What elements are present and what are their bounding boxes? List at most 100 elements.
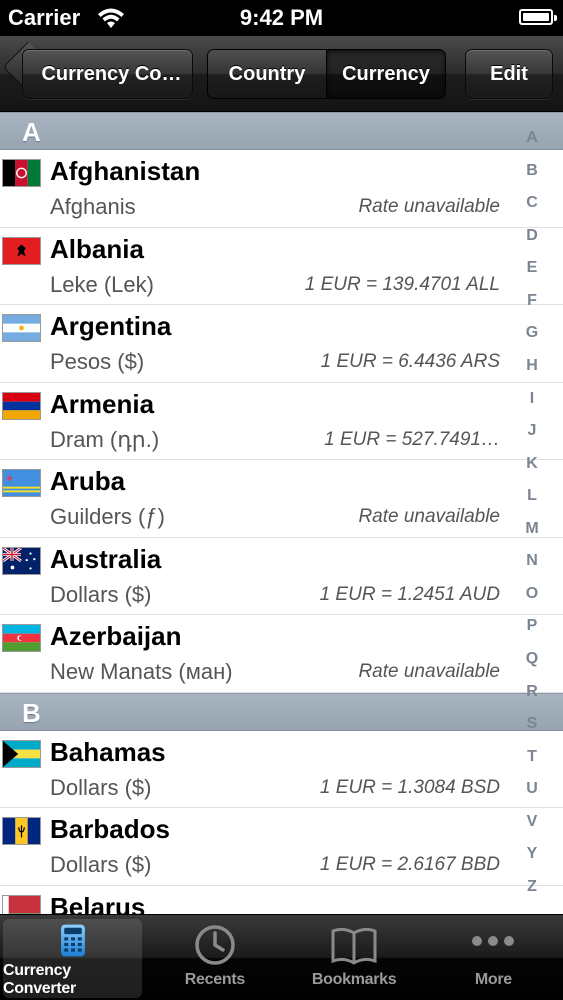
navigation-bar: Currency Co… Country Currency Edit — [0, 36, 563, 112]
country-name: Bahamas — [50, 736, 166, 767]
back-button-label: Currency Co… — [22, 49, 193, 99]
country-name: Argentina — [50, 311, 172, 341]
country-name: Barbados — [50, 814, 170, 844]
list-item[interactable]: Armenia Dram (դր.) 1 EUR = 527.7491… — [0, 383, 563, 460]
tab-currency-converter[interactable]: Currency Converter — [3, 919, 143, 998]
currency-name: Dollars ($) — [50, 852, 152, 877]
section-header-b: B — [0, 692, 563, 731]
section-header-a: A — [0, 112, 563, 150]
exchange-rate: 1 EUR = 2.6167 BBD — [319, 854, 500, 875]
index-letter[interactable]: E — [527, 260, 538, 276]
bahamas-flag-icon — [2, 739, 41, 768]
argentina-flag-icon — [2, 314, 41, 342]
exchange-rate: 1 EUR = 1.2451 AUD — [319, 583, 500, 605]
list-item[interactable]: Azerbaijan New Manats (ман) Rate unavail… — [0, 615, 563, 693]
exchange-rate: Rate unavailable — [358, 506, 500, 527]
tab-bookmarks[interactable]: Bookmarks — [285, 915, 424, 1000]
index-letter[interactable]: H — [526, 357, 538, 374]
segment-currency[interactable]: Currency — [327, 50, 445, 98]
index-letter[interactable]: J — [528, 423, 537, 439]
index-letter[interactable]: K — [526, 455, 538, 472]
country-name: Aruba — [50, 466, 126, 496]
index-letter[interactable]: B — [526, 162, 538, 179]
back-button[interactable]: Currency Co… — [0, 36, 200, 112]
index-letter[interactable]: P — [527, 618, 538, 634]
index-letter[interactable]: V — [527, 813, 538, 830]
sort-segmented-control[interactable]: Country Currency — [207, 49, 446, 99]
country-name: Azerbaijan — [50, 621, 182, 651]
tab-bar: Currency Converter Recents Bookmarks Mor… — [0, 914, 563, 1000]
country-name: Afghanistan — [50, 156, 201, 186]
index-letter[interactable]: Q — [526, 651, 538, 667]
australia-flag-icon — [2, 546, 41, 575]
currency-name: Guilders (ƒ) — [50, 504, 165, 529]
afghanistan-flag-icon — [2, 159, 41, 187]
country-list[interactable]: A Afghanistan Afghanis Rate unavailable … — [0, 112, 563, 914]
index-letter[interactable]: C — [526, 195, 538, 211]
index-letter[interactable]: R — [526, 683, 538, 700]
exchange-rate: 1 EUR = 139.4701 ALL — [304, 273, 500, 295]
index-letter[interactable]: I — [530, 390, 534, 407]
tab-label: Bookmarks — [311, 971, 397, 988]
index-letter[interactable]: Z — [527, 878, 537, 895]
list-item[interactable]: Belarus — [0, 886, 563, 915]
index-letter[interactable]: O — [526, 585, 538, 602]
country-name: Australia — [50, 543, 162, 574]
list-item[interactable]: Argentina Pesos ($) 1 EUR = 6.4436 ARS — [0, 305, 563, 383]
list-item[interactable]: Australia Dollars ($) 1 EUR = 1.2451 AUD — [0, 538, 563, 615]
currency-name: Pesos ($) — [50, 349, 145, 374]
tab-label: Currency Converter — [3, 962, 76, 997]
index-letter[interactable]: U — [526, 781, 538, 797]
list-item[interactable]: Albania Leke (Lek) 1 EUR = 139.4701 ALL — [0, 228, 563, 305]
list-item[interactable]: Afghanistan Afghanis Rate unavailable — [0, 150, 563, 228]
index-letter[interactable]: F — [527, 292, 537, 309]
book-icon — [331, 927, 377, 965]
status-bar: Carrier 9:42 PM — [0, 0, 563, 36]
country-name: Belarus — [50, 891, 146, 915]
currency-name: Dollars ($) — [50, 774, 152, 800]
clock-icon — [195, 925, 235, 965]
index-letter[interactable]: D — [526, 227, 538, 244]
index-letter[interactable]: M — [525, 520, 538, 537]
index-letter[interactable]: N — [526, 553, 538, 569]
tab-label: Recents — [184, 971, 245, 988]
battery-icon — [519, 9, 557, 25]
list-item[interactable]: Barbados Dollars ($) 1 EUR = 2.6167 BBD — [0, 808, 563, 886]
currency-name: Afghanis — [50, 194, 136, 219]
armenia-flag-icon — [2, 391, 41, 420]
tab-label: More — [474, 971, 512, 988]
country-name: Armenia — [50, 388, 155, 419]
currency-name: Dollars ($) — [50, 581, 152, 607]
calculator-icon — [60, 924, 85, 957]
index-letter[interactable]: G — [526, 325, 538, 341]
country-name: Albania — [50, 233, 144, 264]
segment-country[interactable]: Country — [208, 50, 327, 98]
section-index[interactable]: A B C D E F G H I J K L M N O P Q R S T … — [516, 130, 548, 895]
edit-button[interactable]: Edit — [465, 49, 553, 99]
section-letter: B — [22, 697, 41, 728]
exchange-rate: Rate unavailable — [358, 196, 500, 217]
currency-name: New Manats (ман) — [50, 659, 233, 684]
tab-more[interactable]: More — [424, 915, 563, 1000]
index-letter[interactable]: Y — [527, 846, 538, 862]
index-letter[interactable]: L — [527, 488, 537, 504]
belarus-flag-icon — [2, 894, 41, 914]
exchange-rate: 1 EUR = 6.4436 ARS — [320, 351, 500, 372]
more-dots-icon — [472, 936, 515, 946]
barbados-flag-icon — [2, 817, 41, 845]
aruba-flag-icon — [2, 469, 41, 497]
list-item[interactable]: Bahamas Dollars ($) 1 EUR = 1.3084 BSD — [0, 731, 563, 808]
list-item[interactable]: Aruba Guilders (ƒ) Rate unavailable — [0, 460, 563, 538]
albania-flag-icon — [2, 236, 41, 265]
currency-name: Leke (Lek) — [50, 271, 154, 297]
index-letter[interactable]: A — [526, 130, 538, 146]
exchange-rate: 1 EUR = 527.7491… — [324, 428, 500, 450]
exchange-rate: 1 EUR = 1.3084 BSD — [319, 776, 500, 798]
section-letter: A — [22, 117, 41, 147]
status-time: 9:42 PM — [239, 5, 324, 30]
index-letter[interactable]: T — [527, 748, 537, 765]
tab-recents[interactable]: Recents — [145, 915, 284, 1000]
azerbaijan-flag-icon — [2, 624, 41, 652]
currency-name: Dram (դր.) — [50, 426, 160, 452]
index-letter[interactable]: S — [527, 716, 538, 732]
